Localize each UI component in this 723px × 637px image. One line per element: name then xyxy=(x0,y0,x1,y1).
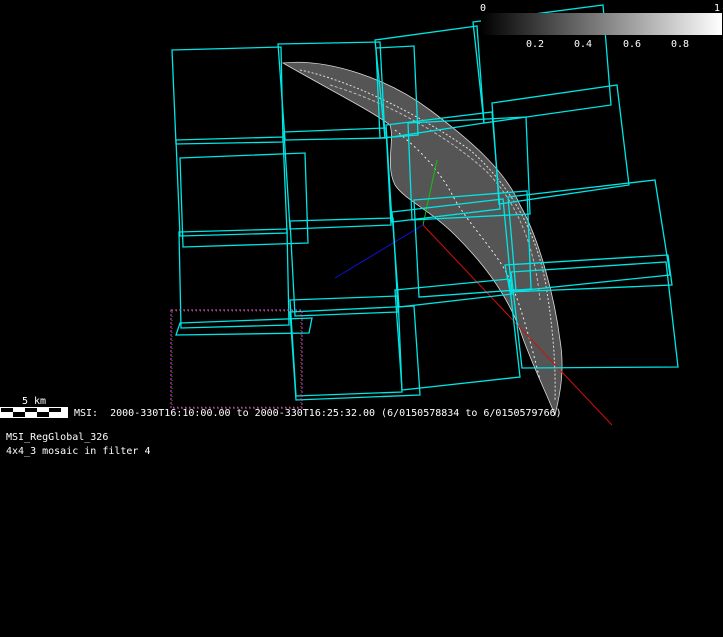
scale-bar: 5 km xyxy=(0,396,68,418)
footprint-10 xyxy=(289,217,399,317)
footprint-5 xyxy=(175,136,288,237)
time-range-text: MSI: 2000-330T16:10:00.00 to 2000-330T16… xyxy=(74,408,562,419)
mosaic-description-text: 4x4_3 mosaic in filter 4 xyxy=(6,446,151,457)
asteroid-shape-model xyxy=(281,61,563,417)
colorbar-tick-3: 0.6 xyxy=(623,39,641,50)
render-viewport[interactable]: 0 1 0.2 0.4 0.6 0.8 5 km xyxy=(0,0,723,637)
colorbar-tick-1: 0.2 xyxy=(526,39,544,50)
z-axis-line xyxy=(334,224,424,279)
scale-bar-label: 5 km xyxy=(22,396,46,407)
colorbar-tick-4: 0.8 xyxy=(671,39,689,50)
dataset-name-text: MSI_RegGlobal_326 xyxy=(6,432,109,443)
colorbar-tick-2: 0.4 xyxy=(574,39,592,50)
colorbar-min-label: 0 xyxy=(480,3,486,14)
colorbar: 0 1 0.2 0.4 0.6 0.8 xyxy=(480,3,722,50)
footprint-1 xyxy=(171,46,284,145)
footprint-8 xyxy=(491,84,630,205)
footprint-6 xyxy=(283,127,392,230)
colorbar-max-label: 1 xyxy=(714,3,720,14)
colorbar-gradient xyxy=(481,13,722,35)
